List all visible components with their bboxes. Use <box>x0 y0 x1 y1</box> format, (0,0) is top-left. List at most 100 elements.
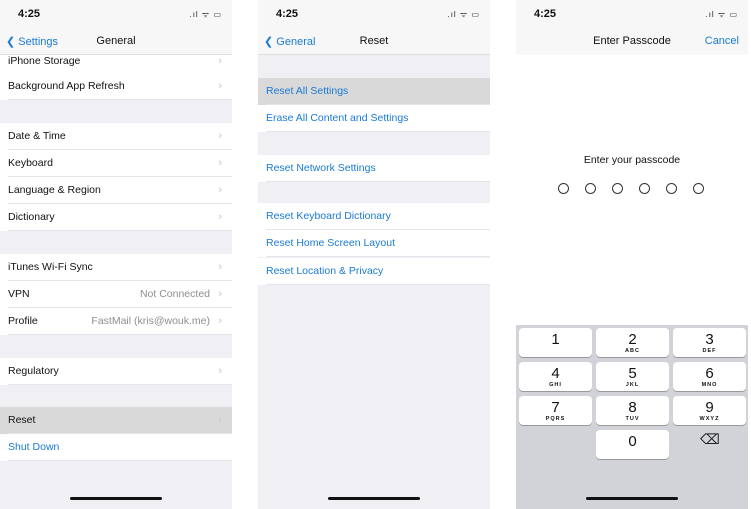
signal-wifi-battery-icon: .ıl ᯤ ▭ <box>705 10 738 19</box>
key-digit: 8 <box>628 399 637 416</box>
home-indicator <box>328 497 420 500</box>
key-letters: DEF <box>702 348 717 354</box>
general-screen: 4:25 .ıl ᯤ ▭ iPhone Storage › ❮ Settings Ge… <box>0 0 232 509</box>
key-5[interactable]: 5 JKL <box>596 362 669 391</box>
time: 4:25 <box>18 8 41 20</box>
key-letters: MNO <box>701 382 718 388</box>
key-letters: TUV <box>625 416 640 422</box>
passcode-dot <box>612 183 623 194</box>
time: 4:25 <box>534 8 557 20</box>
row-background-app-refresh[interactable]: Background App Refresh › <box>0 73 232 100</box>
key-letters: PQRS <box>545 416 566 422</box>
label: Reset <box>8 414 36 426</box>
passcode-dot <box>585 183 596 194</box>
keypad: 1 2 ABC 3 DEF 4 GHI 5 JKL 6 MNO 7 PQRS 8 TUV 9 WXYZ 0 ⌫ <box>516 325 748 509</box>
signal-wifi-battery-icon: .ıl ᯤ ▭ <box>447 10 480 19</box>
row-reset-location-privacy[interactable]: Reset Location & Privacy <box>258 258 490 285</box>
nav-bar: ❮ General Reset <box>258 30 490 55</box>
key-4[interactable]: 4 GHI <box>519 362 592 391</box>
chevron-right-icon: › <box>218 365 222 377</box>
key-7[interactable]: 7 PQRS <box>519 396 592 425</box>
row-keyboard[interactable]: Keyboard › <box>0 150 232 177</box>
page-title: Reset <box>359 35 389 47</box>
label: Reset Location & Privacy <box>266 265 384 277</box>
nav-bar: ❮ Settings General <box>0 30 232 55</box>
key-digit: 4 <box>551 365 560 382</box>
passcode-dot <box>693 183 704 194</box>
key-2[interactable]: 2 ABC <box>596 328 669 357</box>
value: FastMail (kris@wouk.me) <box>91 315 210 327</box>
row-reset[interactable]: Reset › <box>0 407 232 434</box>
nav-bar: Enter Passcode Cancel <box>516 30 748 55</box>
row-profile[interactable]: Profile FastMail (kris@wouk.me) › <box>0 308 232 335</box>
time: 4:25 <box>276 8 299 20</box>
key-digit: 2 <box>628 331 637 348</box>
row-date-time[interactable]: Date & Time › <box>0 123 232 150</box>
key-1[interactable]: 1 <box>519 328 592 357</box>
row-itunes-wifi-sync[interactable]: iTunes Wi-Fi Sync › <box>0 254 232 281</box>
label: iPhone Storage <box>8 55 81 67</box>
row-reset-home-screen[interactable]: Reset Home Screen Layout <box>258 230 490 257</box>
key-digit: 9 <box>705 399 714 416</box>
key-8[interactable]: 8 TUV <box>596 396 669 425</box>
row-reset-all-settings[interactable]: Reset All Settings <box>258 78 490 105</box>
reset-screen: 4:25 .ıl ᯤ ▭ ❮ General Reset Reset All Set… <box>258 0 490 509</box>
chevron-right-icon: › <box>218 261 222 273</box>
row-regulatory[interactable]: Regulatory › <box>0 358 232 385</box>
chevron-right-icon: › <box>218 184 222 196</box>
value: Not Connected <box>139 288 210 300</box>
passcode-dot <box>666 183 677 194</box>
status-bar: 4:25 .ıl ᯤ ▭ <box>0 0 232 30</box>
label: VPN <box>8 288 30 300</box>
key-letters: JKL <box>625 382 640 388</box>
page-title: General <box>96 35 136 47</box>
key-digit: 0 <box>628 433 637 450</box>
key-digit: 5 <box>628 365 637 382</box>
label: Erase All Content and Settings <box>266 112 409 124</box>
status-bar: 4:25 .ıl ᯤ ▭ <box>516 0 748 30</box>
passcode-screen: 4:25 .ıl ᯤ ▭ Enter Passcode Cancel Enter y… <box>516 0 748 509</box>
key-letters: ABC <box>625 348 640 354</box>
home-indicator <box>70 497 162 500</box>
label: Dictionary <box>8 211 55 223</box>
passcode-dot <box>558 183 569 194</box>
chevron-right-icon: › <box>218 288 222 300</box>
key-digit: 3 <box>705 331 714 348</box>
key-digit: 6 <box>705 365 714 382</box>
row-reset-keyboard-dictionary[interactable]: Reset Keyboard Dictionary <box>258 203 490 230</box>
row-reset-network[interactable]: Reset Network Settings <box>258 155 490 182</box>
label: Profile <box>8 315 38 327</box>
chevron-right-icon: › <box>218 315 222 327</box>
label: Reset All Settings <box>266 85 349 97</box>
key-6[interactable]: 6 MNO <box>673 362 746 391</box>
key-9[interactable]: 9 WXYZ <box>673 396 746 425</box>
passcode-prompt: Enter your passcode <box>583 154 681 166</box>
label: Date & Time <box>8 130 66 142</box>
row-shut-down[interactable]: Shut Down <box>0 434 232 461</box>
passcode-dot <box>639 183 650 194</box>
label: Reset Network Settings <box>266 162 376 174</box>
key-3[interactable]: 3 DEF <box>673 328 746 357</box>
key-0[interactable]: 0 <box>596 430 669 459</box>
label: Shut Down <box>8 441 60 453</box>
label: Background App Refresh <box>8 80 125 92</box>
signal-wifi-battery-icon: .ıl ᯤ ▭ <box>189 10 222 19</box>
row-erase-all[interactable]: Erase All Content and Settings <box>258 105 490 132</box>
cancel-button[interactable]: Cancel <box>705 35 739 47</box>
key-letters: WXYZ <box>699 416 720 422</box>
row-language-region[interactable]: Language & Region › <box>0 177 232 204</box>
chevron-right-icon: › <box>218 80 222 92</box>
chevron-right-icon: › <box>218 211 222 223</box>
row-vpn[interactable]: VPN Not Connected › <box>0 281 232 308</box>
row-dictionary[interactable]: Dictionary › <box>0 204 232 231</box>
chevron-right-icon: › <box>218 414 222 426</box>
status-bar: 4:25 .ıl ᯤ ▭ <box>258 0 490 30</box>
label: Reset Keyboard Dictionary <box>266 210 391 222</box>
chevron-right-icon: › <box>218 157 222 169</box>
chevron-right-icon: › <box>218 130 222 142</box>
label: Keyboard <box>8 157 53 169</box>
label: iTunes Wi-Fi Sync <box>8 261 93 273</box>
delete-icon[interactable]: ⌫ <box>700 431 720 448</box>
home-indicator <box>586 497 678 500</box>
label: Reset Home Screen Layout <box>266 237 395 249</box>
